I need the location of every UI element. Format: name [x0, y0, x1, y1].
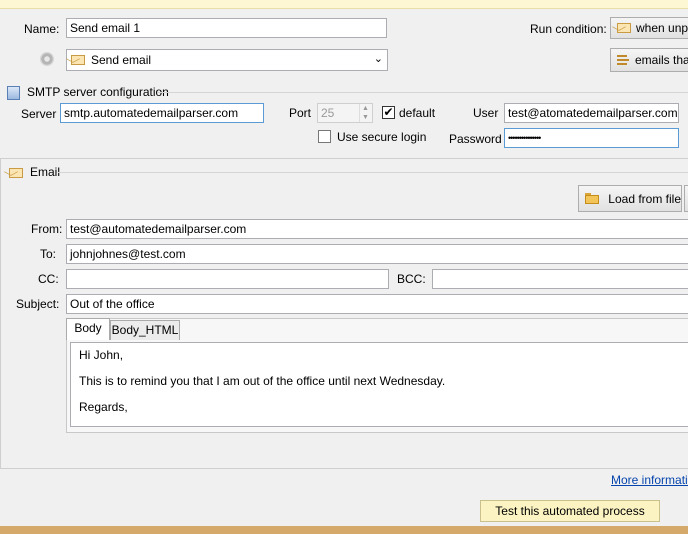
bcc-input[interactable] — [432, 269, 688, 289]
body-line: Regards, — [79, 400, 128, 414]
action-select[interactable]: Send email ⌄ — [66, 49, 388, 71]
top-title-strip — [0, 0, 688, 9]
smtp-section-divider — [158, 92, 688, 93]
run-condition-button[interactable]: when unpro — [610, 17, 688, 39]
port-value: 25 — [321, 106, 335, 120]
run-condition-label: Run condition: — [530, 22, 607, 36]
user-input[interactable]: test@atomatedemailparser.com — [504, 103, 679, 123]
name-input[interactable]: Send email 1 — [66, 18, 387, 38]
email-section-title: Email — [30, 165, 61, 179]
to-label: To: — [40, 247, 57, 261]
filter-icon — [617, 53, 631, 67]
load-from-file-button[interactable]: Load from file — [578, 185, 682, 212]
default-checkbox[interactable]: ✔ — [382, 106, 395, 119]
body-textarea[interactable]: Hi John, This is to remind you that I am… — [70, 342, 688, 427]
user-label: User — [473, 106, 499, 120]
server-label: Server — [21, 107, 57, 121]
more-information-link[interactable]: More information — [611, 473, 688, 487]
bcc-label: BCC: — [397, 272, 426, 286]
port-spinner: ▲ ▼ — [359, 104, 371, 122]
bottom-status-strip — [0, 526, 688, 534]
cc-label: CC: — [38, 272, 59, 286]
from-label: From: — [31, 222, 63, 236]
test-process-button[interactable]: Test this automated process — [480, 500, 660, 522]
from-input[interactable]: test@automatedemailparser.com — [66, 219, 688, 239]
password-label: Password — [449, 132, 502, 146]
envelope-icon — [9, 168, 23, 178]
subject-label: Subject: — [16, 297, 60, 311]
gear-icon — [40, 52, 54, 66]
cc-input[interactable] — [66, 269, 389, 289]
port-label: Port — [289, 106, 312, 120]
tab-body-html[interactable]: Body_HTML — [110, 320, 180, 340]
emails-that-label: emails that — [635, 53, 688, 67]
footer-divider — [0, 468, 688, 469]
emails-that-button[interactable]: emails that — [610, 48, 688, 72]
default-label: default — [399, 106, 436, 120]
password-input[interactable]: ••••••••••••••• — [504, 128, 679, 148]
to-input[interactable]: johnjohnes@test.com — [66, 244, 688, 264]
body-line: This is to remind you that I am out of t… — [79, 374, 446, 388]
tab-body[interactable]: Body — [66, 318, 110, 340]
toolbar-next-button[interactable] — [684, 185, 688, 212]
secure-login-label: Use secure login — [337, 130, 427, 144]
smtp-section-title: SMTP server configuration — [27, 85, 169, 99]
email-section-divider — [58, 172, 688, 173]
chevron-down-icon: ⌄ — [373, 53, 383, 65]
envelope-icon — [617, 23, 631, 33]
server-input[interactable]: smtp.automatedemailparser.com — [60, 103, 264, 123]
body-line: Hi John, — [79, 348, 124, 362]
folder-open-icon — [585, 193, 599, 204]
section-divider — [0, 158, 688, 159]
server-icon — [7, 86, 20, 100]
run-condition-value: when unpro — [636, 21, 688, 35]
port-input: 25 ▲ ▼ — [317, 103, 373, 123]
action-select-value: Send email — [91, 53, 152, 67]
left-frame-edge — [0, 158, 1, 468]
envelope-icon — [71, 55, 85, 65]
subject-input[interactable]: Out of the office — [66, 294, 688, 314]
secure-login-checkbox[interactable] — [318, 130, 331, 143]
load-from-file-label: Load from file — [608, 191, 681, 206]
name-label: Name: — [24, 22, 60, 36]
